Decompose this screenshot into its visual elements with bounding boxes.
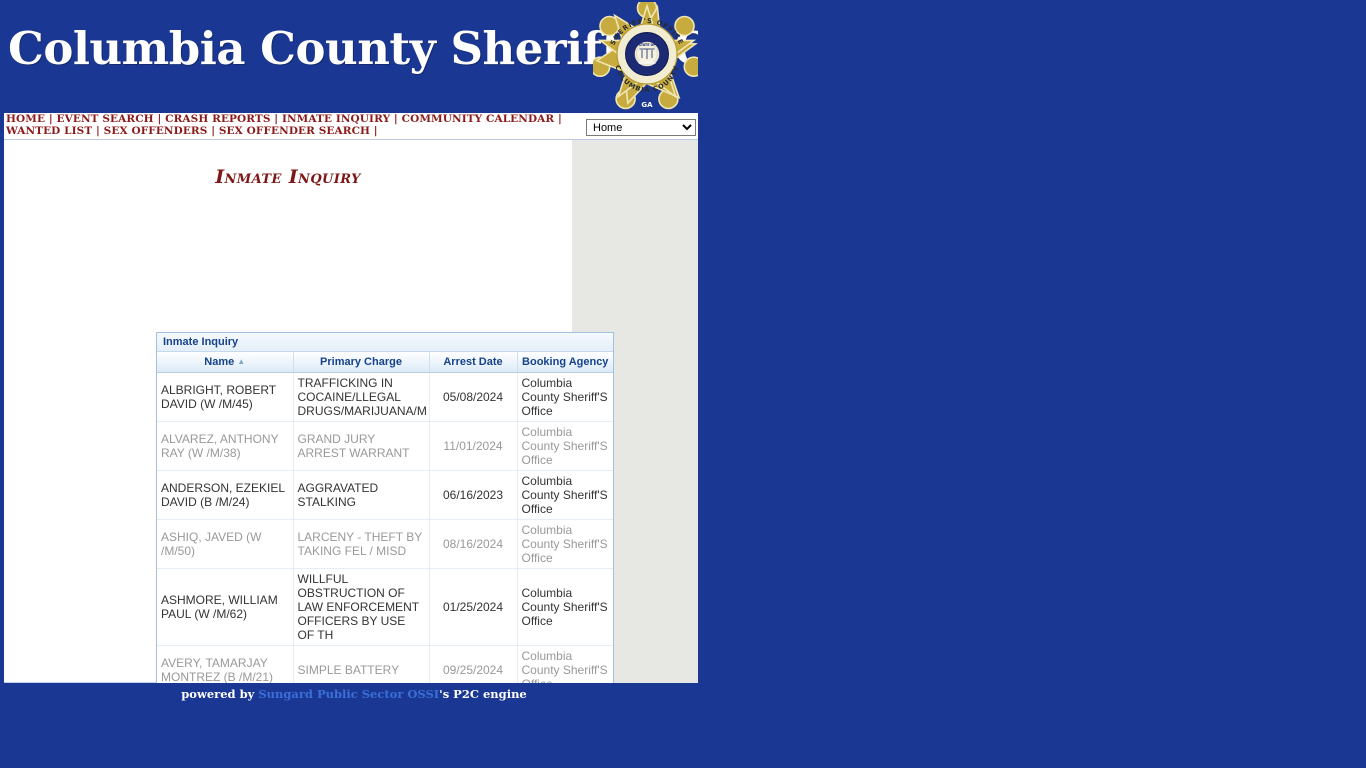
- nav-link-crash-reports[interactable]: CRASH REPORTS: [165, 113, 270, 125]
- table-row[interactable]: ALVAREZ, ANTHONY RAY (W /M/38) GRAND JURY…: [157, 421, 613, 471]
- site-banner: Columbia County Sheriff's Office: [4, 0, 698, 113]
- cell-arrest-date: 05/08/2024: [429, 372, 518, 422]
- cell-booking-agency: Columbia County Sheriff'S Office: [517, 421, 613, 471]
- cell-booking-agency: Columbia County Sheriff'S Office: [517, 645, 613, 683]
- sheriff-badge-icon: GA STATE OF GEORGIA SHERIFF'S OFFICE COL…: [593, 2, 698, 112]
- nav-separator: |: [153, 113, 166, 125]
- inmate-grid-panel: Inmate Inquiry Name ▲ Primary Charge Arre…: [156, 332, 614, 683]
- cell-arrest-date: 06/16/2023: [429, 470, 518, 520]
- nav-page-select[interactable]: HomeEvent SearchCrash ReportsInmate Inqu…: [586, 119, 696, 136]
- column-header-primary-charge[interactable]: Primary Charge: [293, 352, 430, 373]
- nav-link-home[interactable]: HOME: [6, 113, 45, 125]
- column-header-booking-agency[interactable]: Booking Agency: [517, 352, 613, 373]
- table-row[interactable]: ANDERSON, EZEKIEL DAVID (B /M/24) AGGRAVA…: [157, 470, 613, 520]
- nav-link-inmate-inquiry[interactable]: INMATE INQUIRY: [282, 113, 390, 125]
- nav-links-list: HOME | EVENT SEARCH | CRASH REPORTS | IN…: [6, 113, 566, 137]
- nav-separator: |: [207, 124, 219, 137]
- cell-primary-charge: SIMPLE BATTERY: [293, 645, 430, 683]
- table-row[interactable]: ASHMORE, WILLIAM PAUL (W /M/62) WILLFUL O…: [157, 568, 613, 646]
- svg-text:GA: GA: [641, 101, 653, 109]
- nav-separator: |: [92, 124, 104, 137]
- cell-primary-charge: AGGRAVATED STALKING: [293, 470, 430, 520]
- cell-booking-agency: Columbia County Sheriff'S Office: [517, 519, 613, 569]
- table-row[interactable]: AVERY, TAMARJAY MONTREZ (B /M/21) SIMPLE …: [157, 645, 613, 683]
- cell-name: ALBRIGHT, ROBERT DAVID (W /M/45): [157, 372, 294, 422]
- site-page: Columbia County Sheriff's Office: [0, 0, 702, 683]
- svg-text:STATE OF: STATE OF: [639, 43, 656, 47]
- nav-link-sex-offenders[interactable]: SEX OFFENDERS: [104, 125, 208, 137]
- cell-arrest-date: 09/25/2024: [429, 645, 518, 683]
- inmate-table-head: Name ▲ Primary Charge Arrest Date Booking…: [157, 352, 613, 373]
- main-navigation: HOME | EVENT SEARCH | CRASH REPORTS | IN…: [4, 113, 698, 140]
- cell-booking-agency: Columbia County Sheriff'S Office: [517, 568, 613, 646]
- cell-primary-charge: TRAFFICKING IN COCAINE/LLEGAL DRUGS/MARI…: [293, 372, 430, 422]
- cell-name: AVERY, TAMARJAY MONTREZ (B /M/21): [157, 645, 294, 683]
- content-area: Inmate Inquiry Inmate Inquiry Name ▲ Prim…: [4, 140, 698, 683]
- svg-text:GEORGIA: GEORGIA: [638, 61, 656, 65]
- cell-booking-agency: Columbia County Sheriff'S Office: [517, 470, 613, 520]
- cell-primary-charge: LARCENY - THEFT BY TAKING FEL / MISD: [293, 519, 430, 569]
- cell-primary-charge: WILLFUL OBSTRUCTION OF LAW ENFORCEMENT O…: [293, 568, 430, 646]
- cell-name: ANDERSON, EZEKIEL DAVID (B /M/24): [157, 470, 294, 520]
- grid-caption: Inmate Inquiry: [157, 333, 613, 352]
- column-header-arrest-date[interactable]: Arrest Date: [429, 352, 518, 373]
- footer-prefix: powered by: [181, 687, 259, 701]
- cell-name: ASHIQ, JAVED (W /M/50): [157, 519, 294, 569]
- nav-separator: |: [370, 124, 378, 137]
- footer-suffix: 's P2C engine: [439, 687, 527, 701]
- nav-separator: |: [554, 113, 562, 125]
- page-footer: powered by Sungard Public Sector OSSI's …: [0, 683, 702, 713]
- inmate-table-body: ALBRIGHT, ROBERT DAVID (W /M/45) TRAFFICK…: [157, 372, 613, 683]
- cell-name: ALVAREZ, ANTHONY RAY (W /M/38): [157, 421, 294, 471]
- table-row[interactable]: ASHIQ, JAVED (W /M/50) LARCENY - THEFT BY…: [157, 519, 613, 569]
- cell-arrest-date: 08/16/2024: [429, 519, 518, 569]
- nav-separator: |: [45, 113, 57, 125]
- nav-separator: |: [270, 113, 282, 125]
- nav-link-event-search[interactable]: EVENT SEARCH: [57, 113, 154, 125]
- cell-arrest-date: 11/01/2024: [429, 421, 518, 471]
- cell-name: ASHMORE, WILLIAM PAUL (W /M/62): [157, 568, 294, 646]
- nav-link-community-calendar[interactable]: COMMUNITY CALENDAR: [402, 113, 555, 125]
- cell-arrest-date: 01/25/2024: [429, 568, 518, 646]
- page-title: Inmate Inquiry: [215, 166, 361, 188]
- table-row[interactable]: ALBRIGHT, ROBERT DAVID (W /M/45) TRAFFICK…: [157, 372, 613, 422]
- table-header-row: Name ▲ Primary Charge Arrest Date Booking…: [157, 352, 613, 373]
- nav-link-sex-offender-search[interactable]: SEX OFFENDER SEARCH: [219, 125, 370, 137]
- cell-primary-charge: GRAND JURY ARREST WARRANT: [293, 421, 430, 471]
- cell-booking-agency: Columbia County Sheriff'S Office: [517, 372, 613, 422]
- sort-ascending-icon: ▲: [237, 356, 246, 366]
- column-header-name[interactable]: Name ▲: [157, 352, 294, 373]
- column-header-name-label: Name: [204, 355, 235, 368]
- nav-link-wanted-list[interactable]: WANTED LIST: [6, 125, 92, 137]
- inmate-table: Name ▲ Primary Charge Arrest Date Booking…: [157, 352, 613, 683]
- footer-vendor-link[interactable]: Sungard Public Sector OSSI: [258, 687, 439, 701]
- nav-separator: |: [390, 113, 402, 125]
